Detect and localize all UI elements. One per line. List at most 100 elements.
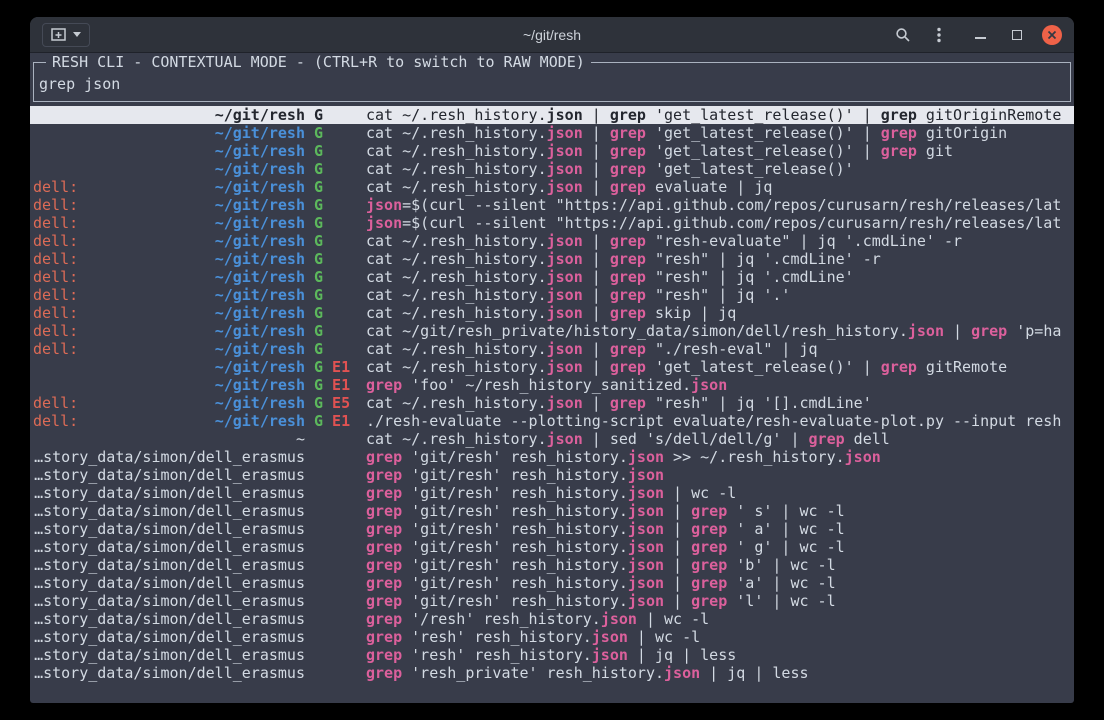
match-highlight: grep (610, 160, 646, 178)
restore-icon (1012, 30, 1022, 40)
path-label: …story_data/simon/dell_erasmus (34, 448, 305, 466)
git-flag: G (314, 376, 323, 394)
history-row[interactable]: dell:~/git/reshGcat ~/.resh_history.json… (30, 268, 1074, 286)
history-row[interactable]: …story_data/simon/dell_erasmusgrep 'git/… (30, 466, 1074, 484)
command-text: cat ~/.resh_history.json | grep 'get_lat… (366, 106, 1071, 124)
command-text: grep 'git/resh' resh_history.json | grep… (366, 592, 1071, 610)
exit-code-flag: E1 (323, 376, 350, 394)
match-highlight: json (547, 286, 583, 304)
minimize-button[interactable] (969, 26, 992, 43)
history-row[interactable]: …story_data/simon/dell_erasmusgrep 'git/… (30, 574, 1074, 592)
status-flags: G E1 (305, 358, 366, 376)
path-label: ~/git/resh (215, 304, 305, 322)
history-row[interactable]: dell:~/git/reshGcat ~/git/resh_private/h… (30, 322, 1074, 340)
git-flag: G (314, 106, 323, 124)
history-row[interactable]: ~/git/reshGcat ~/.resh_history.json | gr… (30, 142, 1074, 160)
history-row[interactable]: …story_data/simon/dell_erasmusgrep 'git/… (30, 592, 1074, 610)
git-flag: G (314, 358, 323, 376)
history-row[interactable]: …story_data/simon/dell_erasmusgrep 'git/… (30, 538, 1074, 556)
path-label: ~/git/resh (215, 322, 305, 340)
match-highlight: json (908, 322, 944, 340)
match-highlight: json (664, 664, 700, 682)
path-label: …story_data/simon/dell_erasmus (34, 484, 305, 502)
new-terminal-button[interactable] (42, 23, 90, 47)
command-text: grep '/resh' resh_history.json | wc -l (366, 610, 1071, 628)
history-row[interactable]: dell:~/git/reshG E1./resh-evaluate --plo… (30, 412, 1074, 430)
status-flags (305, 556, 366, 574)
history-row[interactable]: …story_data/simon/dell_erasmusgrep 'resh… (30, 628, 1074, 646)
titlebar[interactable]: ~/git/resh (30, 17, 1074, 53)
status-flags (305, 574, 366, 592)
history-row[interactable]: dell:~/git/reshGjson=$(curl --silent "ht… (30, 196, 1074, 214)
history-row[interactable]: ~cat ~/.resh_history.json | sed 's/dell/… (30, 430, 1074, 448)
match-highlight: grep (366, 610, 402, 628)
command-text: ./resh-evaluate --plotting-script evalua… (366, 412, 1071, 430)
history-row[interactable]: …story_data/simon/dell_erasmusgrep 'git/… (30, 502, 1074, 520)
command-text: grep 'git/resh' resh_history.json | grep… (366, 520, 1071, 538)
close-icon (1044, 27, 1060, 43)
match-highlight: grep (366, 556, 402, 574)
command-text: grep 'foo' ~/resh_history_sanitized.json (366, 376, 1071, 394)
history-row[interactable]: …story_data/simon/dell_erasmusgrep '/res… (30, 610, 1074, 628)
history-row[interactable]: dell:~/git/reshGcat ~/.resh_history.json… (30, 232, 1074, 250)
history-row[interactable]: …story_data/simon/dell_erasmusgrep 'resh… (30, 646, 1074, 664)
match-highlight: grep (366, 448, 402, 466)
match-highlight: json (628, 520, 664, 538)
command-text: cat ~/.resh_history.json | grep "resh-ev… (366, 232, 1071, 250)
command-text: grep 'git/resh' resh_history.json | grep… (366, 574, 1071, 592)
history-row[interactable]: …story_data/simon/dell_erasmusgrep 'resh… (30, 664, 1074, 682)
path-label: …story_data/simon/dell_erasmus (34, 628, 305, 646)
search-box: RESH CLI - CONTEXTUAL MODE - (CTRL+R to … (33, 62, 1071, 102)
history-row[interactable]: dell:~/git/reshGcat ~/.resh_history.json… (30, 286, 1074, 304)
resh-mode-header: RESH CLI - CONTEXTUAL MODE - (CTRL+R to … (46, 53, 591, 71)
git-flag: G (314, 160, 323, 178)
history-row[interactable]: dell:~/git/reshGcat ~/.resh_history.json… (30, 250, 1074, 268)
history-row[interactable]: dell:~/git/reshGjson=$(curl --silent "ht… (30, 214, 1074, 232)
query-input[interactable]: grep json (39, 75, 1065, 93)
search-button[interactable] (889, 23, 917, 47)
match-highlight: grep (881, 358, 917, 376)
history-row[interactable]: ~/git/reshG E1grep 'foo' ~/resh_history_… (30, 376, 1074, 394)
host-label: dell: (33, 268, 78, 286)
path-label: …story_data/simon/dell_erasmus (34, 556, 305, 574)
status-flags (305, 538, 366, 556)
path-label: ~ (296, 430, 305, 448)
host-label: dell: (33, 304, 78, 322)
status-flags (305, 448, 366, 466)
match-highlight: json (366, 214, 402, 232)
status-flags (305, 610, 366, 628)
match-highlight: grep (366, 574, 402, 592)
history-row[interactable]: …story_data/simon/dell_erasmusgrep 'git/… (30, 520, 1074, 538)
menu-button[interactable] (931, 23, 947, 47)
git-flag: G (314, 268, 323, 286)
history-row[interactable]: dell:~/git/reshGcat ~/.resh_history.json… (30, 340, 1074, 358)
command-text: cat ~/.resh_history.json | grep 'get_lat… (366, 124, 1071, 142)
restore-button[interactable] (1006, 26, 1028, 44)
exit-code-flag: E5 (323, 394, 350, 412)
command-text: grep 'git/resh' resh_history.json | grep… (366, 502, 1071, 520)
command-text: cat ~/.resh_history.json | grep 'get_lat… (366, 142, 1071, 160)
history-row[interactable]: ~/git/reshGcat ~/.resh_history.json | gr… (30, 124, 1074, 142)
match-highlight: grep (366, 502, 402, 520)
status-flags: G (305, 106, 366, 124)
history-row[interactable]: …story_data/simon/dell_erasmusgrep 'git/… (30, 448, 1074, 466)
status-flags: G E5 (305, 394, 366, 412)
history-row[interactable]: dell:~/git/reshG E5cat ~/.resh_history.j… (30, 394, 1074, 412)
history-row[interactable]: dell:~/git/reshGcat ~/.resh_history.json… (30, 304, 1074, 322)
status-flags: G E1 (305, 376, 366, 394)
history-row[interactable]: …story_data/simon/dell_erasmusgrep 'git/… (30, 484, 1074, 502)
match-highlight: json (628, 592, 664, 610)
match-highlight: grep (366, 376, 402, 394)
git-flag: G (314, 178, 323, 196)
history-row[interactable]: ~/git/reshGcat ~/.resh_history.json | gr… (30, 106, 1074, 124)
history-row[interactable]: ~/git/reshGcat ~/.resh_history.json | gr… (30, 160, 1074, 178)
command-text: cat ~/.resh_history.json | grep 'get_lat… (366, 358, 1071, 376)
history-row[interactable]: ~/git/reshG E1cat ~/.resh_history.json |… (30, 358, 1074, 376)
status-flags: G (305, 340, 366, 358)
history-row[interactable]: …story_data/simon/dell_erasmusgrep 'git/… (30, 556, 1074, 574)
command-text: cat ~/.resh_history.json | grep "resh" |… (366, 394, 1071, 412)
match-highlight: json (691, 376, 727, 394)
history-row[interactable]: dell:~/git/reshGcat ~/.resh_history.json… (30, 178, 1074, 196)
status-flags (305, 592, 366, 610)
close-button[interactable] (1042, 25, 1062, 45)
